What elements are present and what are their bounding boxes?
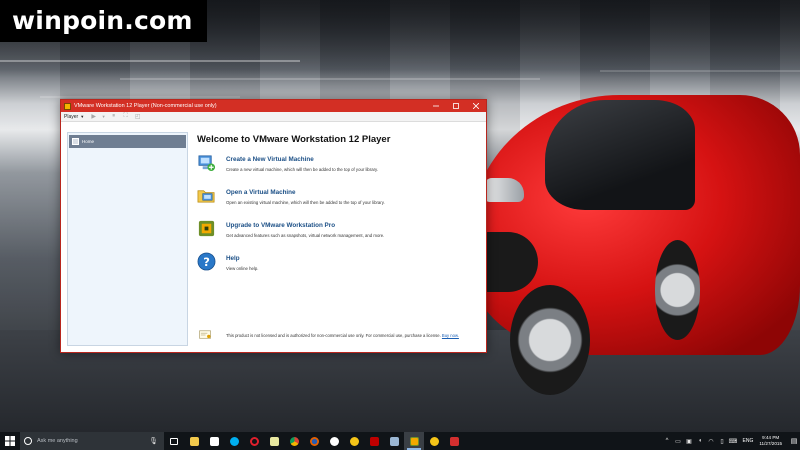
- page-title: Welcome to VMware Workstation 12 Player: [197, 134, 391, 145]
- wallpaper-car-wheel: [510, 285, 590, 395]
- window-title: VMware Workstation 12 Player (Non-commer…: [74, 103, 217, 109]
- sidebar-item-label: Home: [82, 139, 95, 144]
- open-folder-icon: [197, 190, 215, 203]
- chevron-down-icon: ▼: [80, 114, 85, 119]
- taskbar: Ask me anything 🎙 ^ ▭ ▣ ◖ ◠ ▯ ⌨ ENG 9:44…: [0, 432, 800, 450]
- site-logo: winpoin.com: [0, 0, 207, 42]
- firefox-icon[interactable]: [304, 432, 324, 450]
- license-text: This product is not licensed and is auth…: [226, 333, 459, 338]
- create-vm-icon: [198, 155, 216, 172]
- windows-logo-icon: [5, 436, 15, 446]
- wallpaper-streak: [120, 78, 540, 80]
- create-vm-description: Create a new virtual machine, which will…: [226, 167, 379, 172]
- player-menu[interactable]: Player ▼: [64, 114, 84, 120]
- player-menu-label: Player: [64, 113, 79, 120]
- notification-center-icon[interactable]: ▤: [788, 432, 800, 450]
- battery-icon[interactable]: ▯: [717, 432, 728, 450]
- title-bar[interactable]: VMware Workstation 12 Player (Non-commer…: [61, 100, 486, 112]
- create-vm-link[interactable]: Create a New Virtual Machine: [226, 156, 314, 163]
- vmware-icon[interactable]: [404, 432, 424, 450]
- filezilla-icon[interactable]: [364, 432, 384, 450]
- help-description: View online help.: [226, 266, 259, 271]
- wallpaper-streak: [600, 70, 800, 72]
- vmware-player-window: VMware Workstation 12 Player (Non-commer…: [60, 99, 487, 353]
- fullscreen-icon[interactable]: ⛶: [121, 113, 130, 121]
- wallpaper-car-wheel: [655, 240, 700, 340]
- network-tool-icon[interactable]: [384, 432, 404, 450]
- close-icon: [473, 103, 479, 109]
- start-button[interactable]: [0, 432, 20, 450]
- open-vm-action[interactable]: Open a Virtual Machine Open an existing …: [197, 186, 478, 212]
- suspend-icon[interactable]: ⏸: [109, 113, 118, 121]
- search-box[interactable]: Ask me anything 🎙: [20, 432, 164, 450]
- chrome-icon[interactable]: [284, 432, 304, 450]
- close-button[interactable]: [466, 100, 486, 112]
- wallpaper-streak: [0, 60, 300, 62]
- search-placeholder: Ask me anything: [37, 438, 78, 444]
- clock[interactable]: 9:44 PM 11/27/2015: [759, 435, 782, 447]
- file-explorer-icon[interactable]: [184, 432, 204, 450]
- language-indicator[interactable]: ENG: [743, 438, 754, 444]
- skype-icon[interactable]: [224, 432, 244, 450]
- help-action[interactable]: ? Help View online help.: [197, 252, 478, 278]
- cortana-icon: [24, 437, 32, 445]
- create-vm-action[interactable]: Create a New Virtual Machine Create a ne…: [197, 153, 478, 179]
- volume-icon[interactable]: ◖: [695, 432, 706, 450]
- license-notice: This product is not licensed and is auth…: [197, 330, 478, 342]
- unity-icon[interactable]: ◰: [133, 113, 142, 121]
- emoji-icon[interactable]: [344, 432, 364, 450]
- help-icon: ?: [197, 252, 216, 271]
- vmware-tray-icon[interactable]: ▣: [684, 432, 695, 450]
- wallpaper-car-grille: [478, 232, 538, 292]
- task-view-icon[interactable]: [164, 432, 184, 450]
- store-icon[interactable]: [204, 432, 224, 450]
- open-vm-link[interactable]: Open a Virtual Machine: [226, 189, 296, 196]
- chevron-up-icon[interactable]: ^: [662, 432, 673, 450]
- play-icon[interactable]: ▶: [89, 113, 98, 121]
- dropdown-caret-icon[interactable]: ▼: [101, 113, 106, 121]
- license-message: This product is not licensed and is auth…: [226, 333, 442, 338]
- window-content: Home Welcome to VMware Workstation 12 Pl…: [61, 122, 486, 352]
- open-vm-description: Open an existing virtual machine, which …: [226, 200, 385, 205]
- app-icon[interactable]: [424, 432, 444, 450]
- maximize-button[interactable]: [446, 100, 466, 112]
- upgrade-icon: [198, 220, 215, 237]
- certificate-icon: [199, 330, 211, 339]
- cancel-app-icon[interactable]: [444, 432, 464, 450]
- minimize-button[interactable]: [426, 100, 446, 112]
- home-panel: Welcome to VMware Workstation 12 Player …: [197, 132, 478, 348]
- minimize-icon: [433, 105, 439, 107]
- system-tray: ^ ▭ ▣ ◖ ◠ ▯ ⌨ ENG 9:44 PM 11/27/2015 ▤: [662, 432, 800, 450]
- help-link[interactable]: Help: [226, 255, 240, 262]
- wallpaper-car-headlight: [484, 178, 524, 202]
- wallpaper-car-window: [545, 100, 695, 210]
- opera-icon[interactable]: [244, 432, 264, 450]
- buy-now-link[interactable]: Buy now.: [442, 333, 459, 338]
- wallpaper-streak: [40, 96, 240, 98]
- upgrade-link[interactable]: Upgrade to VMware Workstation Pro: [226, 222, 335, 229]
- wifi-icon[interactable]: ◠: [706, 432, 717, 450]
- library-sidebar: Home: [67, 132, 188, 346]
- notepad-icon[interactable]: [264, 432, 284, 450]
- microphone-icon[interactable]: 🎙: [149, 437, 158, 445]
- network-icon[interactable]: ▭: [673, 432, 684, 450]
- keyboard-icon[interactable]: ⌨: [728, 432, 739, 450]
- sidebar-item-home[interactable]: Home: [69, 135, 186, 148]
- clock-date: 11/27/2015: [759, 441, 782, 446]
- svg-text:?: ?: [203, 255, 210, 269]
- toolbar: Player ▼ ▶ ▼ ⏸ ⛶ ◰: [61, 112, 486, 122]
- maximize-icon: [453, 103, 459, 109]
- upgrade-description: Get advanced features such as snapshots,…: [226, 233, 385, 238]
- home-icon: [72, 138, 79, 145]
- upgrade-action[interactable]: Upgrade to VMware Workstation Pro Get ad…: [197, 219, 478, 245]
- steam-icon[interactable]: [324, 432, 344, 450]
- vmware-app-icon: [64, 102, 71, 110]
